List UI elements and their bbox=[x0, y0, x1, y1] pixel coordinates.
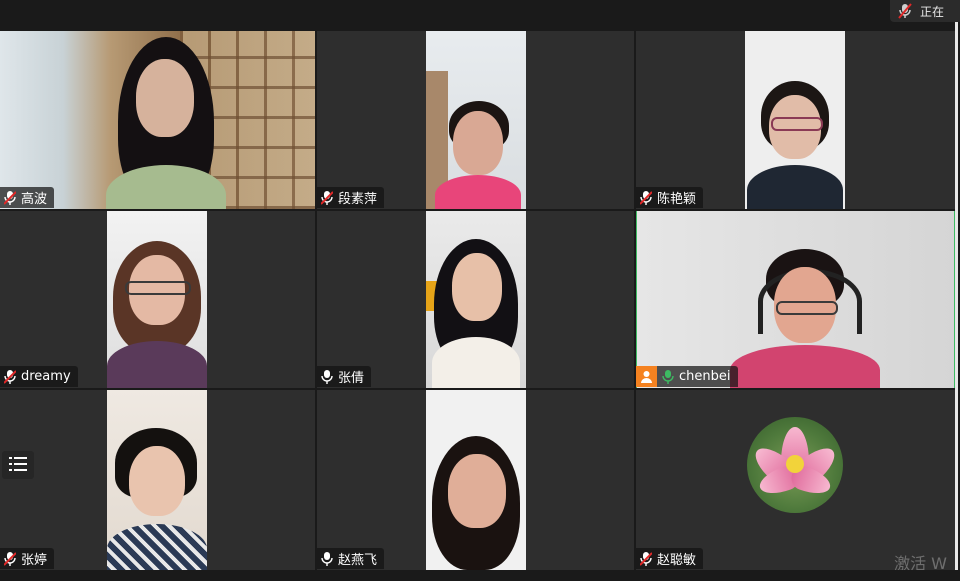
participant-video bbox=[745, 31, 845, 209]
participant-name-tag: dreamy bbox=[0, 366, 78, 387]
participant-name-tag: 陈艳颖 bbox=[636, 187, 704, 208]
participant-name: 陈艳颖 bbox=[657, 192, 697, 207]
participant-name: 段素萍 bbox=[338, 192, 378, 207]
video-tile[interactable]: 张倩 bbox=[317, 211, 634, 388]
muted-mic-icon bbox=[320, 190, 334, 206]
participant-name: 高波 bbox=[21, 192, 48, 207]
muted-mic-icon bbox=[3, 551, 17, 567]
recording-indicator[interactable]: 正在 bbox=[890, 0, 960, 22]
participant-name-tag: 段素萍 bbox=[317, 187, 385, 208]
participant-video bbox=[107, 390, 207, 570]
participant-video bbox=[426, 31, 526, 209]
mic-icon bbox=[320, 551, 334, 567]
video-tile[interactable]: 高波 bbox=[0, 31, 315, 209]
host-person-icon bbox=[636, 366, 657, 387]
top-bar bbox=[0, 0, 960, 30]
video-tile[interactable]: 陈艳颖 bbox=[636, 31, 955, 209]
participant-name: 赵聪敏 bbox=[657, 553, 697, 568]
participant-name-tag: 张倩 bbox=[317, 366, 372, 387]
participant-name-tag: 高波 bbox=[0, 187, 55, 208]
muted-mic-icon bbox=[890, 0, 920, 22]
participant-name: 张婷 bbox=[21, 553, 48, 568]
participant-video bbox=[107, 211, 207, 388]
talking-mic-icon bbox=[661, 369, 675, 385]
active-speaker-tile[interactable]: chenbei bbox=[636, 211, 955, 388]
participant-name-tag: 赵聪敏 bbox=[636, 548, 704, 569]
video-tile[interactable]: 段素萍 bbox=[317, 31, 634, 209]
muted-mic-icon bbox=[639, 551, 653, 567]
lotus-avatar bbox=[747, 417, 843, 513]
participant-video bbox=[426, 390, 526, 570]
participant-name: dreamy bbox=[21, 369, 71, 384]
window-edge bbox=[955, 22, 958, 570]
video-grid: 高波 段素萍 陈艳颖 dreamy 张倩 chenbei 张婷 赵燕飞 赵聪敏 … bbox=[0, 31, 955, 570]
participant-name: 赵燕飞 bbox=[338, 553, 378, 568]
participant-video bbox=[426, 211, 526, 388]
recording-text: 正在 bbox=[920, 4, 945, 19]
mic-icon bbox=[320, 369, 334, 385]
muted-mic-icon bbox=[639, 190, 653, 206]
video-tile[interactable]: 张婷 bbox=[0, 390, 315, 570]
participant-video bbox=[637, 211, 954, 388]
video-tile[interactable]: 赵燕飞 bbox=[317, 390, 634, 570]
activation-watermark: 激活 W bbox=[894, 554, 947, 570]
participant-video bbox=[0, 31, 315, 209]
participant-name-tag: 张婷 bbox=[0, 548, 55, 569]
participant-name-tag: chenbei bbox=[636, 366, 738, 387]
participant-name: chenbei bbox=[679, 369, 731, 384]
list-icon bbox=[9, 456, 27, 475]
list-menu-button[interactable] bbox=[2, 451, 34, 479]
participant-name: 张倩 bbox=[338, 371, 365, 386]
video-tile[interactable]: 赵聪敏 激活 W bbox=[636, 390, 955, 570]
participant-name-tag: 赵燕飞 bbox=[317, 548, 385, 569]
muted-mic-icon bbox=[3, 190, 17, 206]
muted-mic-icon bbox=[3, 369, 17, 385]
video-tile[interactable]: dreamy bbox=[0, 211, 315, 388]
